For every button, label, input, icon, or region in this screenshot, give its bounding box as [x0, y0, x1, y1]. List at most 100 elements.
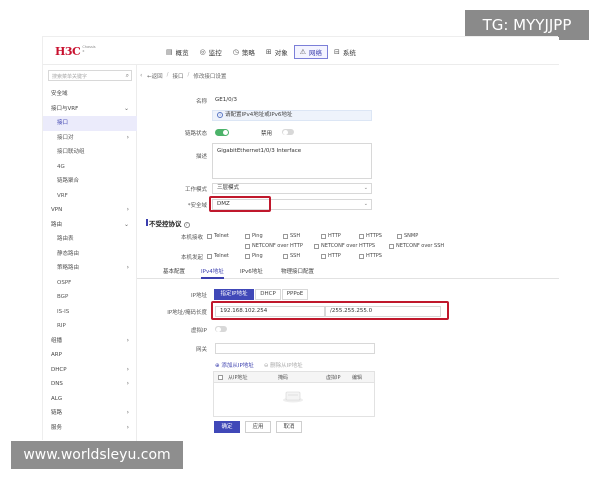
sidebar-item-interface-vrf[interactable]: 接口与VRF ⌄: [43, 102, 137, 117]
monitor-icon: ◎: [199, 48, 206, 56]
cb-send-ping[interactable]: Ping: [245, 253, 263, 259]
nav-policy[interactable]: ◷ 策略: [228, 45, 260, 59]
checkbox[interactable]: [359, 253, 364, 259]
sidebar-item-vrf[interactable]: VRF: [43, 189, 137, 204]
sidebar-item-service[interactable]: 服务 ›: [43, 421, 137, 436]
virtual-ip-toggle[interactable]: [215, 326, 227, 332]
cb-netconf-https[interactable]: NETCONF over HTTPS: [314, 243, 375, 249]
nav-label: 策略: [241, 49, 255, 57]
sidebar-item-dns[interactable]: DNS ›: [43, 377, 137, 392]
sidebar-item-policy-route[interactable]: 策略路由 ›: [43, 261, 137, 276]
cb-telnet[interactable]: Telnet: [207, 233, 229, 239]
checkbox[interactable]: [283, 253, 288, 259]
protocol-section-title: 不受控协议?: [149, 220, 190, 228]
sidebar-item-multicast[interactable]: 组播 ›: [43, 334, 137, 349]
nav-overview[interactable]: ▤ 概览: [161, 45, 194, 59]
sidebar-item-rip[interactable]: RIP: [43, 319, 137, 334]
sidebar-item-4g[interactable]: 4G: [43, 160, 137, 175]
sidebar-item-dhcp[interactable]: DHCP ›: [43, 363, 137, 378]
nav-system[interactable]: ⊟ 系统: [329, 45, 361, 59]
link-state-off-toggle[interactable]: [282, 129, 294, 135]
sidebar-item-link-aggregation[interactable]: 链路聚合: [43, 174, 137, 189]
checkbox[interactable]: [321, 253, 326, 259]
search-placeholder: 搜索菜单关键字: [52, 74, 88, 80]
sidebar-item-routing[interactable]: 路由 ⌄: [43, 218, 137, 233]
help-icon[interactable]: ?: [183, 222, 190, 228]
sidebar-item-link[interactable]: 链路 ›: [43, 406, 137, 421]
nav-network[interactable]: ⚠ 网络: [293, 45, 328, 59]
nav-monitor[interactable]: ◎ 监控: [195, 45, 227, 59]
overview-icon: ▤: [166, 48, 173, 56]
link-state-on-toggle[interactable]: [215, 129, 229, 136]
sidebar-item-vpn[interactable]: VPN ›: [43, 203, 137, 218]
cb-https[interactable]: HTTPS: [359, 233, 382, 239]
logo-mark: H3C: [55, 45, 81, 58]
nav-object[interactable]: ⊞ 对象: [261, 45, 293, 59]
sidebar-item-route-table[interactable]: 路由表: [43, 232, 137, 247]
cb-ping[interactable]: Ping: [245, 233, 263, 239]
cancel-button[interactable]: 取消: [276, 421, 302, 433]
checkbox[interactable]: [207, 233, 212, 239]
cb-snmp[interactable]: SNMP: [397, 233, 418, 239]
tab-ipv6[interactable]: IPv6地址: [240, 266, 263, 279]
desc-textarea[interactable]: GigabitEthernet1/0/3 Interface: [212, 143, 372, 179]
cb-ssh[interactable]: SSH: [283, 233, 300, 239]
ip-address-label: IP地址/掩码长度: [167, 310, 207, 316]
network-icon: ⚠: [299, 48, 306, 56]
checkbox[interactable]: [397, 233, 402, 239]
checkbox[interactable]: [314, 243, 319, 249]
tab-ipv4[interactable]: IPv4地址: [201, 266, 224, 279]
sidebar-item-static-route[interactable]: 静态路由: [43, 247, 137, 262]
info-text: 请配置IPv4地址或IPv6地址: [225, 112, 293, 118]
sidebar-item-interface[interactable]: 接口: [43, 116, 137, 131]
checkbox[interactable]: [389, 243, 394, 249]
chevron-down-icon: ⌄: [123, 104, 129, 112]
collapse-sidebar-icon[interactable]: ‹: [140, 72, 142, 79]
tab-physical[interactable]: 物理接口配置: [281, 266, 314, 279]
mode-pppoe[interactable]: PPPoE: [282, 289, 308, 300]
sidebar-item-interface-pair[interactable]: 接口对 ›: [43, 131, 137, 146]
checkbox[interactable]: [245, 243, 250, 249]
work-mode-value: 三层模式: [217, 185, 240, 191]
h3c-logo: H3C Chassis x: [55, 45, 98, 58]
cb-netconf-http[interactable]: NETCONF over HTTP: [245, 243, 303, 249]
checkbox[interactable]: [283, 233, 288, 239]
sidebar-item-security-zone[interactable]: 安全域: [43, 87, 137, 102]
mode-static-ip[interactable]: 指定IP地址: [214, 289, 254, 300]
sidebar-item-alg[interactable]: ALG: [43, 392, 137, 407]
back-link[interactable]: ←返回: [147, 72, 163, 80]
nav-label: 对象: [274, 49, 288, 57]
menu-search-input[interactable]: 搜索菜单关键字 ⌕: [48, 70, 132, 81]
checkbox[interactable]: [245, 233, 250, 239]
add-sub-ip-button[interactable]: ⊕ 添加从IP地址: [215, 361, 254, 369]
checkbox[interactable]: [245, 253, 250, 259]
ok-button[interactable]: 确定: [214, 421, 240, 433]
cb-http[interactable]: HTTP: [321, 233, 341, 239]
cb-send-https[interactable]: HTTPS: [359, 253, 382, 259]
checkbox[interactable]: [359, 233, 364, 239]
checkbox[interactable]: [207, 253, 212, 259]
checkbox[interactable]: [321, 233, 326, 239]
apply-button[interactable]: 应用: [245, 421, 271, 433]
sidebar-item-arp[interactable]: ARP: [43, 348, 137, 363]
cb-netconf-ssh[interactable]: NETCONF over SSH: [389, 243, 444, 249]
ip-mode-label: IP地址: [191, 293, 207, 299]
chevron-down-icon: ⌄: [363, 201, 368, 207]
search-icon[interactable]: ⌕: [126, 72, 129, 80]
work-mode-select[interactable]: 三层模式 ⌄: [212, 183, 372, 194]
delete-sub-ip-button[interactable]: ⊖ 删除从IP地址: [264, 361, 303, 369]
cb-send-ssh[interactable]: SSH: [283, 253, 300, 259]
breadcrumb-interface[interactable]: 接口: [172, 72, 183, 80]
tab-basic[interactable]: 基本配置: [163, 266, 185, 279]
sidebar-item-isis[interactable]: IS-IS: [43, 305, 137, 320]
mode-dhcp[interactable]: DHCP: [255, 289, 281, 300]
breadcrumb: ←返回 / 接口 / 修改接口设置: [147, 72, 226, 80]
sidebar-item-interface-linkage[interactable]: 接口联动组: [43, 145, 137, 160]
select-all-checkbox[interactable]: [218, 375, 225, 380]
sidebar-item-bgp[interactable]: BGP: [43, 290, 137, 305]
cb-send-http[interactable]: HTTP: [321, 253, 341, 259]
cb-send-telnet[interactable]: Telnet: [207, 253, 229, 259]
col-mask: 掩码: [278, 375, 289, 381]
sidebar-item-ospf[interactable]: OSPF: [43, 276, 137, 291]
gateway-input[interactable]: [215, 343, 375, 354]
